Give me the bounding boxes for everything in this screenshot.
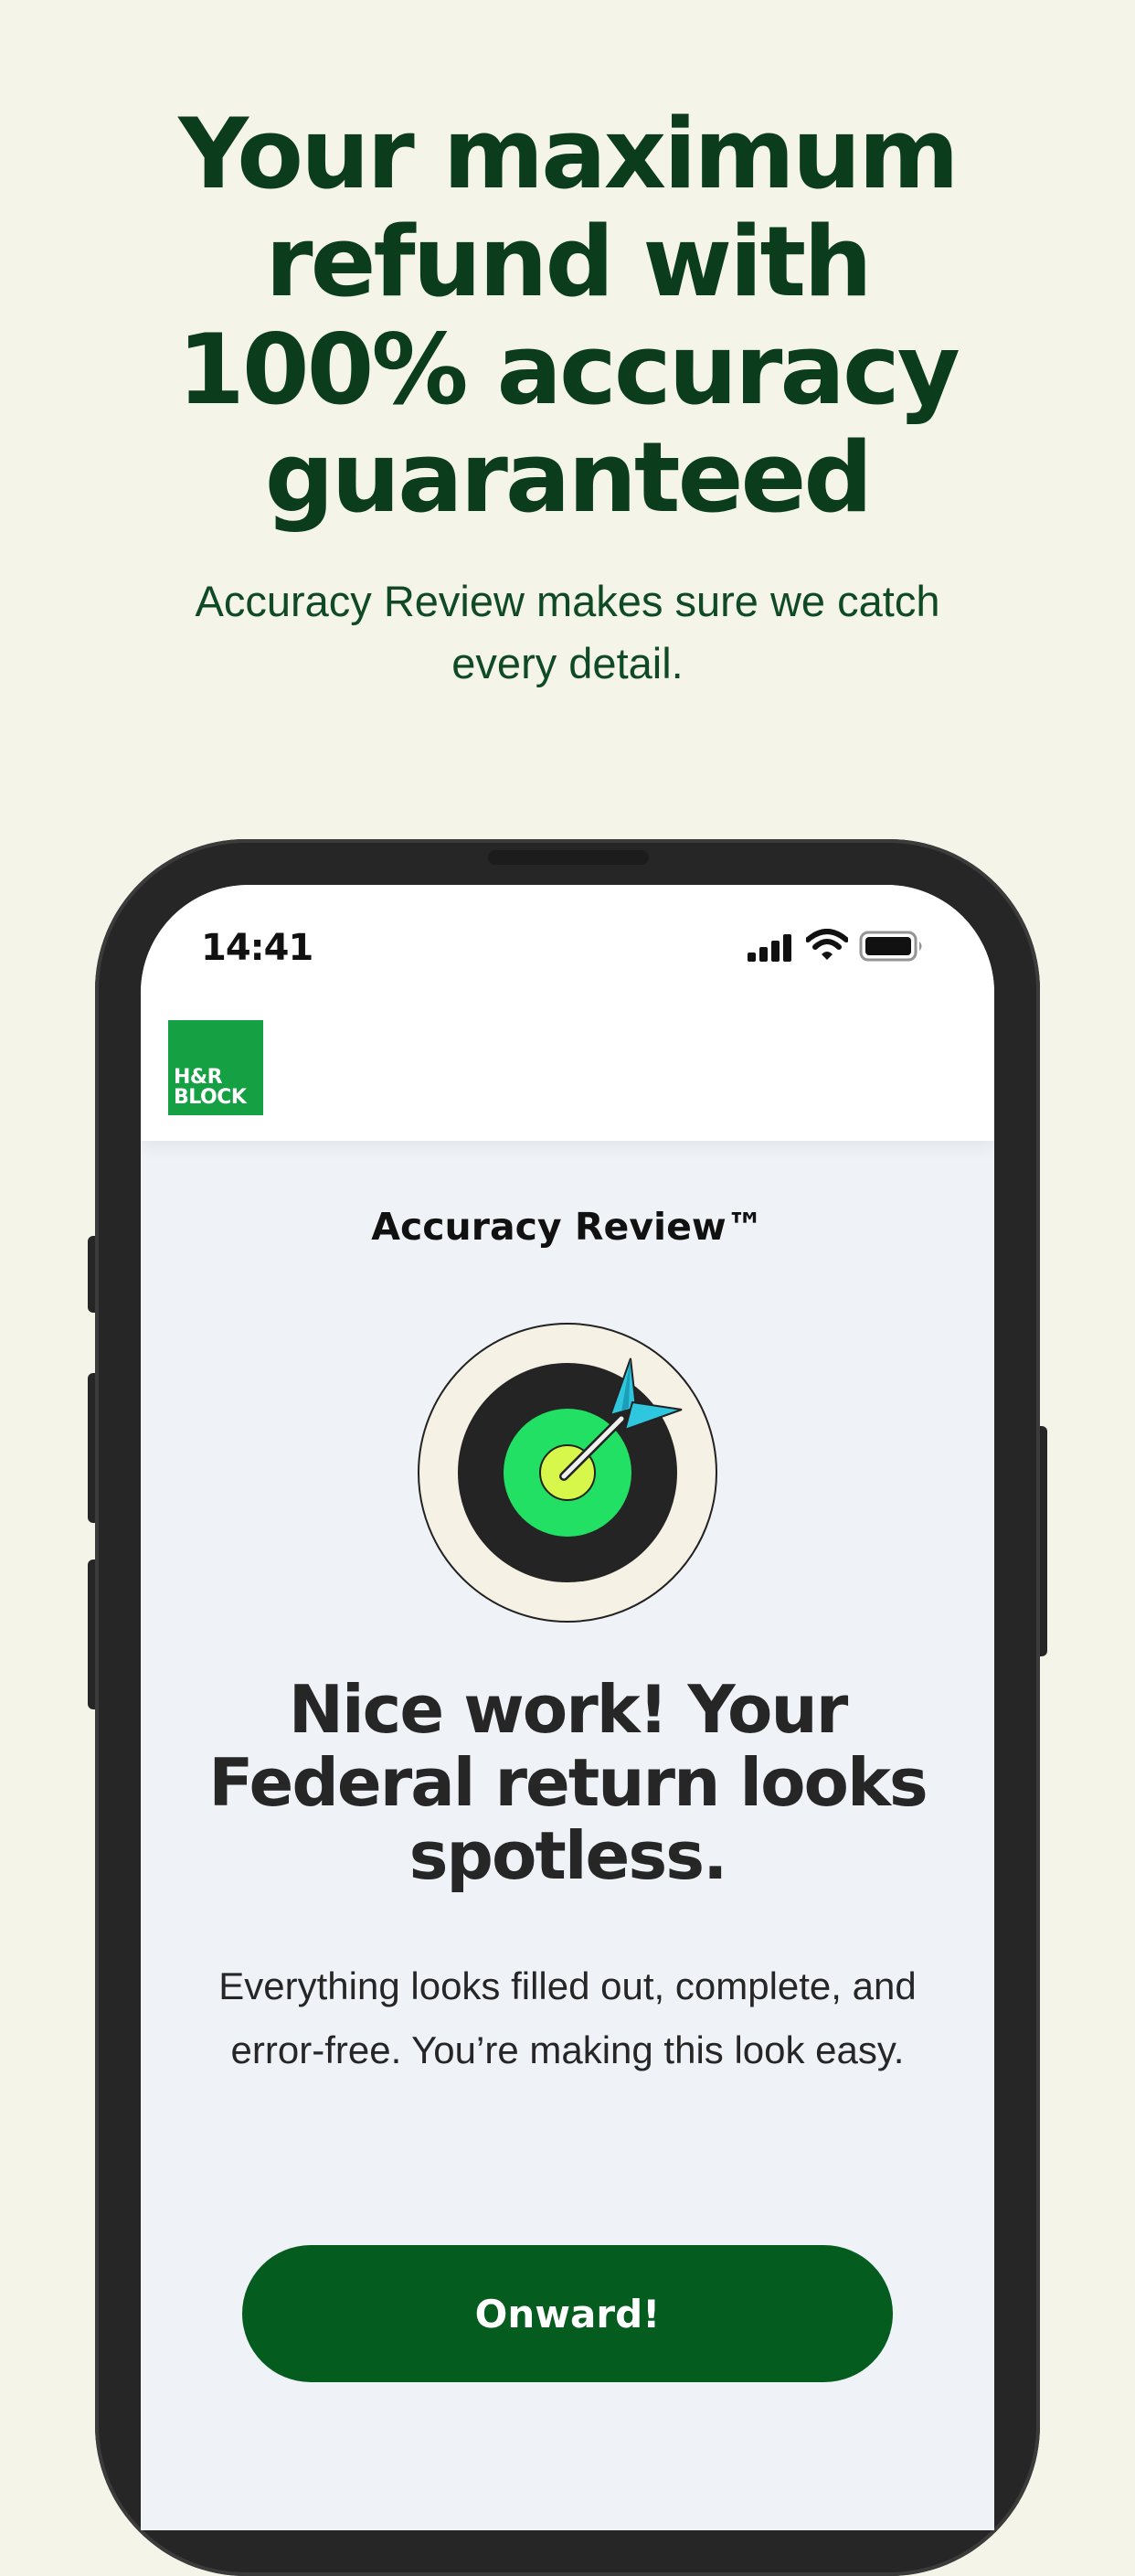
app-header <box>141 885 994 1141</box>
promo-subheadline: Accuracy Review makes sure we catch ever… <box>195 577 940 687</box>
logo-line-1: H&R <box>174 1066 223 1089</box>
phone-screen: 14:41 H&R BLOCK Accuracy Review™ Nice wo… <box>141 885 994 2530</box>
logo-line-2: BLOCK <box>174 1086 247 1109</box>
screen-title: Accuracy Review™ <box>371 1205 764 1249</box>
success-heading: Nice work! Your Federal return looks spo… <box>208 1671 928 1894</box>
promo-headline: Your maximum refund with 100% accuracy g… <box>177 98 960 534</box>
hr-block-logo: H&R BLOCK <box>168 1020 263 1115</box>
onward-button[interactable]: Onward! <box>242 2245 893 2382</box>
target-with-dart-icon <box>418 1323 717 1623</box>
signal-icon <box>748 934 791 962</box>
phone-speaker <box>488 850 649 865</box>
wifi-icon <box>806 929 848 960</box>
battery-icon <box>859 931 922 962</box>
status-time: 14:41 <box>201 927 313 969</box>
success-body: Everything looks filled out, complete, a… <box>218 1964 917 2071</box>
